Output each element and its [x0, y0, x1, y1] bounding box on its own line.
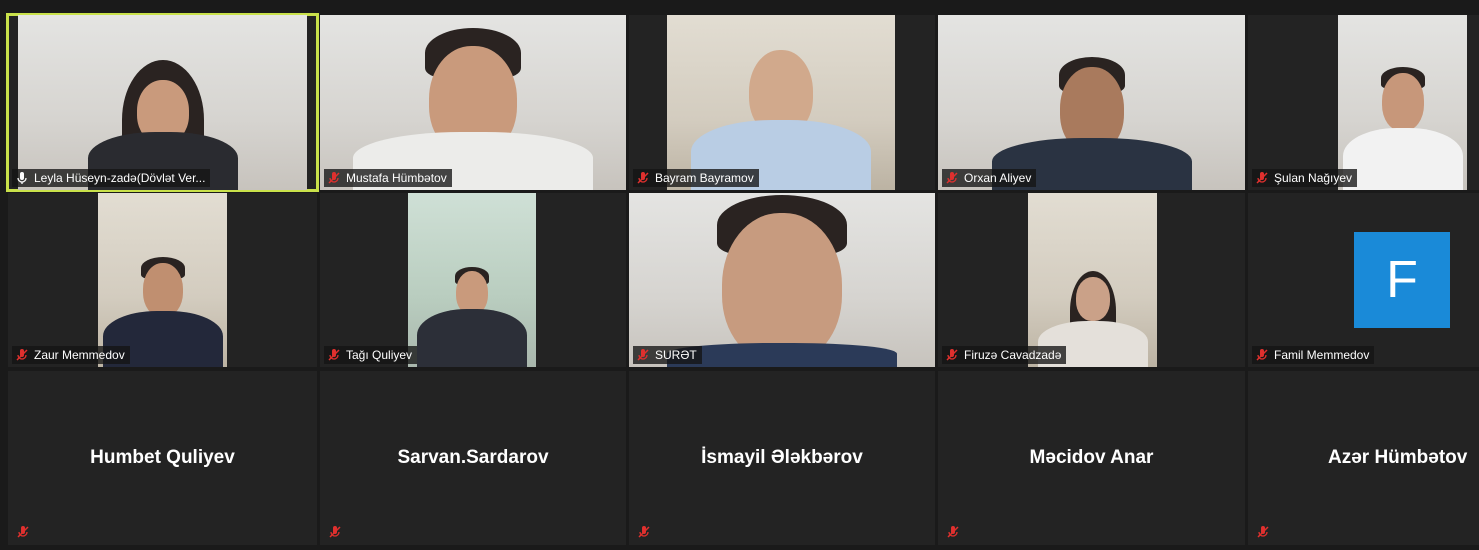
- participant-tile-sulan[interactable]: Şulan Nağıyev: [1248, 15, 1479, 190]
- participant-nameplate: Leyla Hüseyn-zadə(Dövlət Ver...: [12, 169, 211, 187]
- gallery-view: Leyla Hüseyn-zadə(Dövlət Ver... Mustafa …: [0, 0, 1479, 550]
- mic-muted-icon: [946, 172, 958, 184]
- participant-name: İsmayil Ələkbərov: [701, 447, 863, 468]
- participant-video: [408, 193, 536, 367]
- participant-name: Mustafa Hümbətov: [346, 171, 447, 185]
- participant-tile-famil[interactable]: F Famil Memmedov: [1248, 193, 1479, 367]
- mic-muted-icon: [946, 349, 958, 361]
- participant-nameplate: Famil Memmedov: [1252, 346, 1375, 364]
- participant-name: Tağı Quliyev: [346, 348, 413, 362]
- avatar: F: [1354, 232, 1450, 328]
- participant-nameplate: Mustafa Hümbətov: [324, 169, 452, 187]
- mic-muted-icon: [328, 349, 340, 361]
- mic-muted-icon: [17, 526, 29, 538]
- participant-tile-orxan[interactable]: Orxan Aliyev: [938, 15, 1245, 190]
- mic-muted-icon: [947, 526, 959, 538]
- participant-video: [1028, 193, 1157, 367]
- participant-nameplate: Tağı Quliyev: [324, 346, 418, 364]
- participant-nameplate: Bayram Bayramov: [633, 169, 759, 187]
- participant-video: [18, 15, 307, 190]
- mic-muted-icon: [637, 172, 649, 184]
- mic-muted-icon: [1256, 172, 1268, 184]
- participant-video: [629, 193, 935, 367]
- mic-muted-icon: [1256, 349, 1268, 361]
- participant-tile-mustafa[interactable]: Mustafa Hümbətov: [320, 15, 626, 190]
- participant-tile-suret[interactable]: SURƏT: [629, 193, 935, 367]
- participant-video: [938, 15, 1245, 190]
- participant-name: Famil Memmedov: [1274, 348, 1370, 362]
- participant-name: Sarvan.Sardarov: [397, 447, 549, 468]
- participant-nameplate: Orxan Aliyev: [942, 169, 1037, 187]
- participant-tile-sarvan[interactable]: Sarvan.Sardarov: [320, 371, 626, 545]
- participant-video: [320, 15, 626, 190]
- participant-video: [1338, 15, 1467, 190]
- participant-tile-firuze[interactable]: Firuzə Cavadzadə: [938, 193, 1245, 367]
- participant-tile-tagi[interactable]: Tağı Quliyev: [320, 193, 626, 367]
- participant-name: Məcidov Anar: [1029, 447, 1154, 468]
- participant-video: [98, 193, 227, 367]
- participant-tile-leyla[interactable]: Leyla Hüseyn-zadə(Dövlət Ver...: [6, 13, 319, 192]
- mic-muted-icon: [16, 349, 28, 361]
- participant-name: Orxan Aliyev: [964, 171, 1032, 185]
- participant-nameplate: Zaur Memmedov: [12, 346, 130, 364]
- participant-tile-bayram[interactable]: Bayram Bayramov: [629, 15, 935, 190]
- participant-tile-zaur[interactable]: Zaur Memmedov: [8, 193, 317, 367]
- mic-muted-icon: [638, 526, 650, 538]
- participant-name: Leyla Hüseyn-zadə(Dövlət Ver...: [34, 171, 206, 185]
- participant-name: Azər Hümbətov: [1328, 447, 1468, 468]
- participant-nameplate: Şulan Nağıyev: [1252, 169, 1358, 187]
- participant-name: Firuzə Cavadzadə: [964, 348, 1062, 362]
- mic-muted-icon: [1257, 526, 1269, 538]
- mic-active-icon: [17, 172, 27, 184]
- participant-name: Şulan Nağıyev: [1274, 171, 1353, 185]
- participant-name: Humbet Quliyev: [90, 447, 235, 468]
- participant-tile-azer[interactable]: Azər Hümbətov: [1248, 371, 1479, 545]
- participant-tile-mecidov[interactable]: Məcidov Anar: [938, 371, 1245, 545]
- participant-name: SURƏT: [655, 348, 697, 362]
- participant-video: [667, 15, 895, 190]
- mic-muted-icon: [328, 172, 340, 184]
- mic-muted-icon: [329, 526, 341, 538]
- participant-name: Zaur Memmedov: [34, 348, 125, 362]
- avatar-letter: F: [1386, 251, 1418, 309]
- participant-tile-ismayil[interactable]: İsmayil Ələkbərov: [629, 371, 935, 545]
- participant-nameplate: Firuzə Cavadzadə: [942, 346, 1067, 364]
- mic-muted-icon: [637, 349, 649, 361]
- participant-name: Bayram Bayramov: [655, 171, 754, 185]
- participant-nameplate: SURƏT: [633, 346, 702, 364]
- participant-tile-humbet[interactable]: Humbet Quliyev: [8, 371, 317, 545]
